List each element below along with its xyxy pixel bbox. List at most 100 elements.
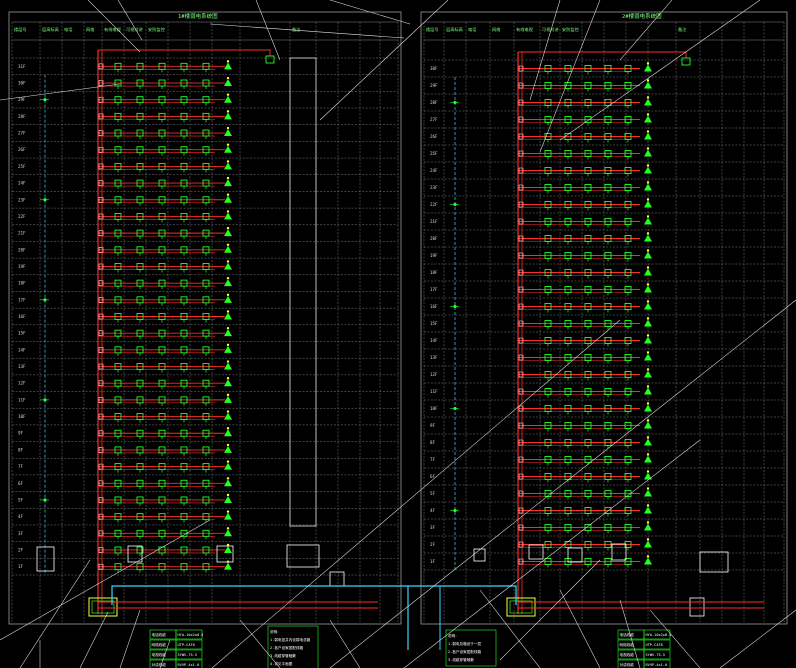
device-node-dot xyxy=(226,393,230,397)
floor-label: 16F xyxy=(18,314,26,319)
device-node-dot xyxy=(646,113,650,116)
floor-label: 27F xyxy=(18,131,26,136)
column-header-label: 楼层号 xyxy=(14,26,27,33)
legend-value: RVVP-4x1.0 xyxy=(178,663,200,667)
floor-label: 25F xyxy=(18,164,26,169)
floor-label: 16F xyxy=(430,304,438,309)
floor-label: 23F xyxy=(18,197,26,202)
device-node-dot xyxy=(226,410,230,413)
column-header-label: 楼层号 xyxy=(426,26,439,33)
floor-label: 21F xyxy=(18,231,26,236)
device-node-dot xyxy=(226,176,230,180)
floor-label: 6F xyxy=(18,481,24,486)
floor-label: 29F xyxy=(18,97,26,102)
floor-label: 26F xyxy=(18,147,26,152)
device-node-dot xyxy=(226,143,230,146)
floor-label: 19F xyxy=(430,253,438,258)
floor-label: 27F xyxy=(430,117,438,122)
device-node-dot xyxy=(646,96,650,99)
floor-label: 11F xyxy=(18,397,26,402)
legend-key: 电视线缆 xyxy=(620,652,635,657)
column-header-label: 备注 xyxy=(292,26,301,33)
column-header-label: 安防监控 xyxy=(562,26,580,33)
device-node-dot xyxy=(226,293,230,297)
device-node-dot xyxy=(226,460,230,463)
floor-label: 12F xyxy=(430,372,438,377)
device-node-dot xyxy=(226,126,230,130)
device-node-dot xyxy=(226,510,230,513)
floor-label: 22F xyxy=(430,202,438,207)
floor-label: 4F xyxy=(18,514,24,519)
note-line: 3.线缆穿管暗敷 xyxy=(270,653,296,658)
device-node-dot xyxy=(646,521,650,524)
floor-label: 31F xyxy=(18,64,26,69)
legend-key: 网络线缆 xyxy=(620,642,635,647)
device-node-dot xyxy=(226,210,230,213)
floor-label: 14F xyxy=(18,347,26,352)
floor-label: 26F xyxy=(430,134,438,139)
column-header-label: 网络 xyxy=(86,26,95,33)
floor-label: 10F xyxy=(430,406,438,411)
note-line: 3.线缆穿管暗敷 xyxy=(448,657,474,662)
device-node-dot xyxy=(646,164,650,167)
floor-label: 24F xyxy=(18,181,26,186)
column-header-label: 电话 xyxy=(64,26,72,33)
floor-label: 28F xyxy=(18,114,26,119)
floor-label: 13F xyxy=(430,355,438,360)
device-node-dot xyxy=(646,266,650,269)
right-legend-table: 电话线缆 HYA-10x2x0.5 网络线缆 UTP-CAT6 电视线缆 SYWV-75-… xyxy=(617,629,671,668)
floor-label: 30F xyxy=(430,66,438,71)
floor-label: 21F xyxy=(430,219,438,224)
legend-value: HYA-10x2x0.5 xyxy=(178,633,204,637)
floor-label: 9F xyxy=(430,423,436,428)
floor-label: 22F xyxy=(18,214,26,219)
note-line: 1.弱电总箱设于一层 xyxy=(448,641,481,646)
floor-label: 29F xyxy=(430,83,438,88)
right-panel-title: 2#楼弱电系统图 xyxy=(622,12,662,20)
device-node-dot xyxy=(226,326,230,330)
device-node-dot xyxy=(646,504,650,507)
floor-label: 14F xyxy=(430,338,438,343)
column-header-label: 层高标高 xyxy=(446,26,463,33)
device-node-dot xyxy=(226,343,230,347)
device-node-dot xyxy=(226,477,230,480)
note-line: 说明： xyxy=(448,633,459,638)
legend-value: UTP-CAT6 xyxy=(646,643,663,647)
device-node-dot xyxy=(226,243,230,246)
device-node-dot xyxy=(226,60,230,63)
column-header-label: 有线电视 xyxy=(516,26,534,33)
floor-label: 12F xyxy=(18,381,26,386)
note-line: 2.各户设家居配线箱 xyxy=(270,645,303,650)
device-node-dot xyxy=(646,62,650,65)
device-node-dot xyxy=(646,334,650,337)
floor-label: 7F xyxy=(430,457,436,462)
floor-label: 30F xyxy=(18,81,26,86)
device-node-dot xyxy=(646,555,650,558)
floor-label: 3F xyxy=(430,525,436,530)
floor-label: 11F xyxy=(430,389,438,394)
floor-label: 5F xyxy=(430,491,436,496)
device-node-dot xyxy=(646,300,650,303)
floor-label: 3F xyxy=(18,531,24,536)
device-node-dot xyxy=(646,130,650,133)
device-node-dot xyxy=(226,76,230,80)
device-node-dot xyxy=(646,232,650,235)
device-node-dot xyxy=(646,317,650,320)
device-node-dot xyxy=(226,110,230,113)
legend-value: RVVP-4x1.0 xyxy=(646,663,668,667)
device-node-dot xyxy=(646,249,650,252)
device-node-dot xyxy=(646,453,650,456)
device-node-dot xyxy=(646,538,650,541)
column-header-label: 层高标高 xyxy=(42,26,59,33)
legend-value: SYWV-75-5 xyxy=(178,653,197,657)
device-node-dot xyxy=(226,493,230,497)
floor-label: 4F xyxy=(430,508,436,513)
device-node-dot xyxy=(226,377,230,380)
left-panel-title: 1#楼弱电系统图 xyxy=(178,12,218,20)
floor-label: 23F xyxy=(430,185,438,190)
device-node-dot xyxy=(646,487,650,490)
note-line: 说明： xyxy=(270,629,281,634)
floor-label: 5F xyxy=(18,497,24,502)
device-node-dot xyxy=(646,402,650,405)
device-node-dot xyxy=(646,283,650,286)
